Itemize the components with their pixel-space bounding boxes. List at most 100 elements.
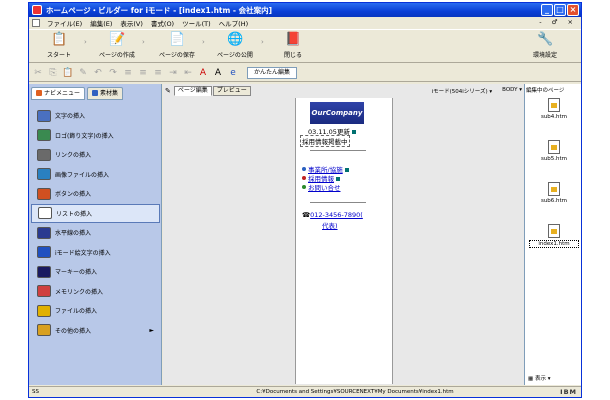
edit-page-button[interactable]: 📝 ページの作成 [91,32,143,62]
open-pages-panel: 編集中のページ sub4.htm sub5.htm sub6.htm index1.h… [524,84,581,385]
start-button[interactable]: 📋 スタート [33,32,85,62]
align-center-icon[interactable]: ≡ [137,67,149,79]
navi-item-icon [37,285,51,298]
navi-icon [36,90,42,96]
grid-icon: ▦ [528,376,534,382]
navi-item-icon [38,207,52,220]
menu-tools[interactable]: ツール(T) [178,18,215,28]
link-contact[interactable]: お問い合せ [302,182,341,192]
navi-item-label: その他の挿入 [55,327,92,335]
tab-preview[interactable]: プレビュー [212,86,251,96]
navi-item[interactable]: メモリンクの挿入 [31,282,160,302]
recruiting-notice[interactable]: 採用情報掲載中 [300,135,350,147]
view-toggle[interactable]: ▦ 表示 ▾ [528,374,550,382]
close-document-icon: 📕 [285,32,302,47]
outdent-icon[interactable]: ⇤ [182,67,194,79]
page-canvas[interactable]: OurCompany 03.11.05更新 採用情報掲載中 事業所/協施 採用情… [295,98,393,384]
navi-item[interactable]: 水平線の挿入 [31,223,160,243]
flow-arrow-icon: › [261,38,264,46]
font-color-icon[interactable]: A [197,67,209,79]
align-right-icon[interactable]: ≡ [152,67,164,79]
close-button[interactable]: × [567,4,579,16]
tag-select[interactable]: BODY ▾ [502,87,522,95]
phone-link-suffix[interactable]: 代表) [322,220,338,230]
navi-item[interactable]: その他の挿入 ► [31,321,160,341]
menu-format[interactable]: 書式(O) [147,18,178,28]
navi-item[interactable]: iモード絵文字の挿入 [31,243,160,263]
indent-icon[interactable]: ⇥ [167,67,179,79]
mdi-controls[interactable]: - ♂ × [539,18,577,26]
menu-bar: ファイル(E) 編集(E) 表示(V) 書式(O) ツール(T) ヘルプ(H) … [29,17,581,28]
align-left-icon[interactable]: ≡ [122,67,134,79]
cut-icon[interactable]: ✂ [32,67,44,79]
pencil-page-icon: 📝 [109,32,126,47]
navi-item[interactable]: リンクの挿入 [31,145,160,165]
navi-item[interactable]: マーキーの挿入 [31,262,160,282]
navi-item-icon [37,187,51,200]
open-page-item[interactable]: sub4.htm [529,98,579,120]
menu-help[interactable]: ヘルプ(H) [215,18,252,28]
emoji-icon[interactable]: e [227,67,239,79]
menu-edit[interactable]: 編集(E) [86,18,116,28]
navi-item-icon [37,304,51,317]
undo-icon[interactable]: ↶ [92,67,104,79]
paste-icon[interactable]: 📋 [62,67,74,79]
ibm-logo: IBM [560,388,577,396]
tab-materials[interactable]: 素材集 [87,87,124,100]
materials-icon [92,90,99,96]
navi-menu-panel: ナビメニュー 素材集 文字の挿入ロゴ(飾り文字)の挿入 リンクの挿入画像ファイルの… [29,84,162,385]
menu-file[interactable]: ファイル(E) [43,18,86,28]
menu-view[interactable]: 表示(V) [116,18,147,28]
device-mode-select[interactable]: iモード(504iシリーズ) ▾ [432,87,493,95]
easy-edit-button[interactable]: かんたん編集 [247,66,298,79]
html-file-icon [548,140,560,154]
submenu-arrow-icon: ► [149,326,154,334]
navi-item-label: ロゴ(飾り文字)の挿入 [55,132,114,140]
maximize-button[interactable]: □ [554,4,566,16]
format-toolbar: ✂ ⎘ 📋 ✎ ↶ ↷ ≡ ≡ ≡ ⇥ ⇤ A A e かんたん編集 [29,64,581,82]
minimize-button[interactable]: _ [541,4,553,16]
navi-item-icon [37,109,51,122]
save-page-button[interactable]: 📄 ページの保存 [151,32,203,62]
open-pages-title: 編集中のページ [526,88,565,94]
status-left: SS [32,389,39,395]
navi-item[interactable]: 画像ファイルの挿入 [31,165,160,185]
navi-item-label: リンクの挿入 [55,152,92,160]
tab-page-edit[interactable]: ページ編集 [173,86,212,96]
open-page-item[interactable]: sub6.htm [529,182,579,204]
tools-icon: 🔧 [537,32,554,47]
phone-icon: ☎ [302,211,311,219]
format-paint-icon[interactable]: ✎ [77,67,89,79]
navi-item[interactable]: 文字の挿入 [31,106,160,126]
phone-link[interactable]: ☎012-3456-7890( [302,211,363,219]
document-icon[interactable] [32,18,40,27]
navi-item-label: 水平線の挿入 [55,230,92,238]
title-bar[interactable]: ホームページ・ビルダー for iモード - [index1.htm - 会社案… [29,3,581,17]
navi-item[interactable]: ファイルの挿入 [31,301,160,321]
env-settings-button[interactable]: 🔧 環境設定 [519,32,571,62]
navi-item[interactable]: ロゴ(飾り文字)の挿入 [31,126,160,146]
save-page-icon: 📄 [169,32,186,47]
html-file-icon [548,224,560,238]
navi-item-icon [37,129,51,142]
flow-arrow-icon: › [202,38,205,46]
copy-icon[interactable]: ⎘ [47,67,59,79]
publish-page-button[interactable]: 🌐 ページの公開 [209,32,261,62]
navi-item[interactable]: リストの挿入 [31,203,160,223]
open-page-item[interactable]: index1.htm [529,224,579,248]
globe-icon: 🌐 [227,32,244,47]
redo-icon[interactable]: ↷ [107,67,119,79]
font-size-icon[interactable]: A [212,67,224,79]
open-page-item[interactable]: sub5.htm [529,140,579,162]
window-title: ホームページ・ビルダー for iモード - [index1.htm - 会社案… [46,5,273,15]
navi-item-icon [37,324,51,337]
company-logo[interactable]: OurCompany [310,102,364,124]
open-page-filename: sub5.htm [540,156,568,162]
open-page-filename: sub4.htm [540,114,568,120]
tab-navi-menu[interactable]: ナビメニュー [31,87,86,100]
file-path: C:¥Documents and Settings¥SOURCENEXT¥My … [256,389,454,395]
navi-item[interactable]: ボタンの挿入 [31,184,160,204]
close-page-button[interactable]: 📕 閉じる [267,32,319,62]
navi-item-icon [37,148,51,161]
horizontal-rule [310,150,366,151]
